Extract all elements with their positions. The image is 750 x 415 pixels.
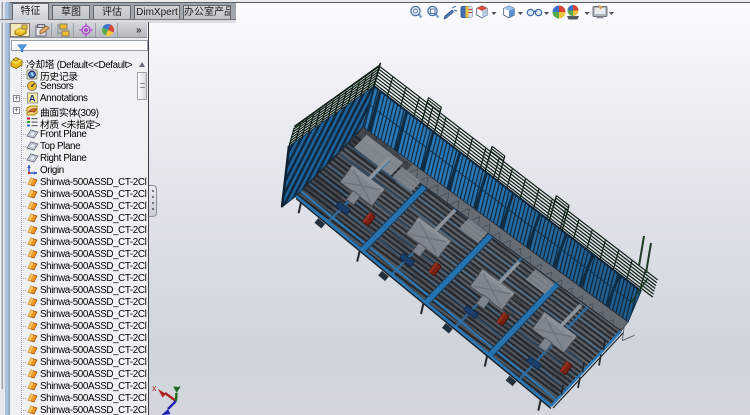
svg-text:x: x (152, 383, 157, 393)
svg-text:A: A (29, 94, 36, 104)
